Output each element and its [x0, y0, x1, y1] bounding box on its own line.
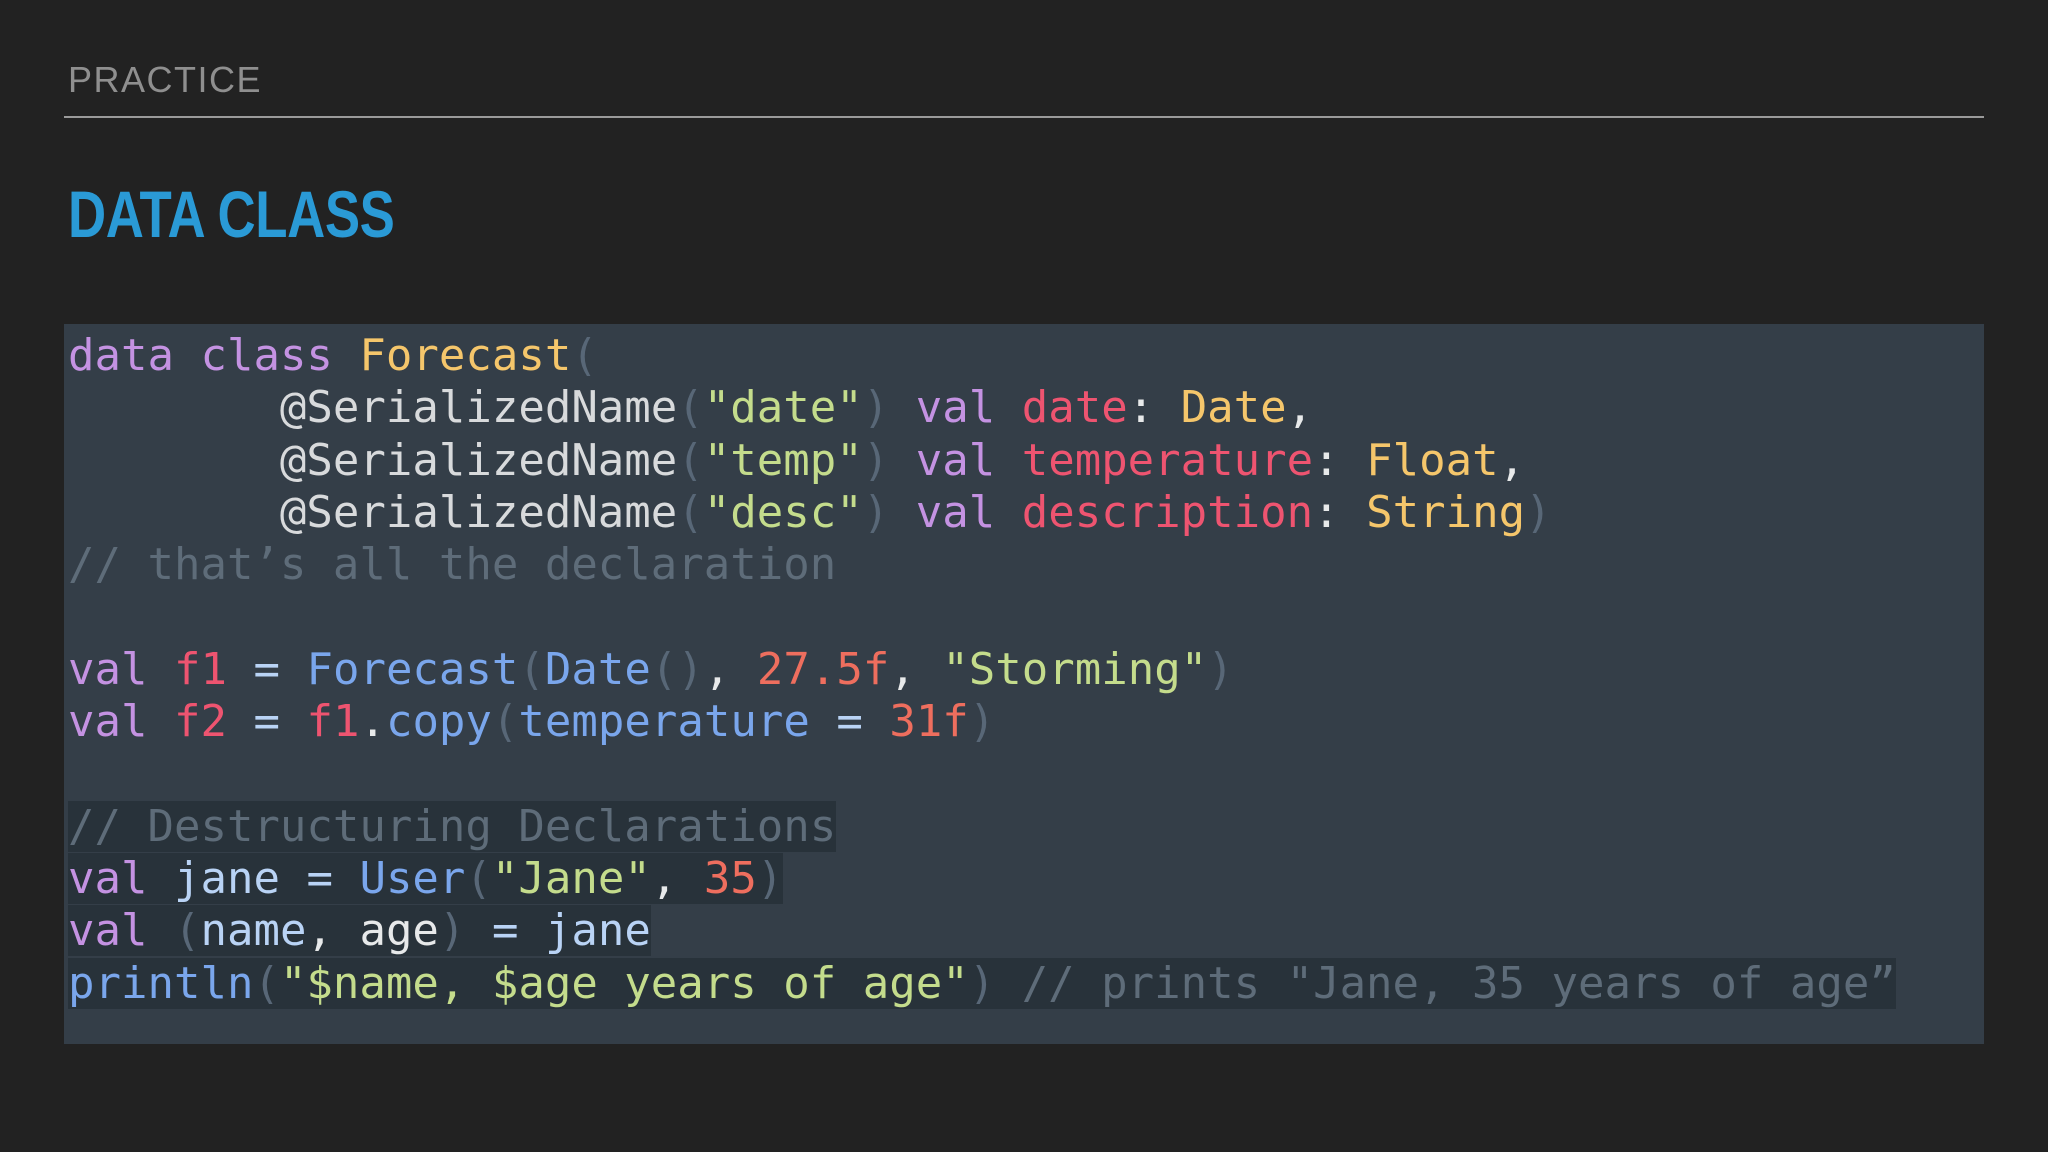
code-listing: data class Forecast( @SerializedName("da…	[68, 330, 1896, 1010]
code-line: val f1 = Forecast(Date(), 27.5f, "Stormi…	[68, 643, 1234, 695]
header-divider	[64, 116, 1984, 118]
code-line: data class Forecast(	[68, 330, 598, 381]
code-line: // Destructuring Declarations	[68, 800, 837, 852]
code-line: @SerializedName("date") val date: Date,	[279, 382, 1314, 434]
slide-title: DATA CLASS	[68, 177, 395, 251]
section-label: PRACTICE	[68, 59, 263, 100]
code-line: val (name, age) = jane	[68, 905, 651, 957]
code-line: // that’s all the declaration	[68, 539, 837, 591]
code-line: @SerializedName("temp") val temperature:…	[279, 434, 1526, 486]
code-line: @SerializedName("desc") val description:…	[279, 486, 1552, 538]
code-line: val f2 = f1.copy(temperature = 31f)	[68, 696, 996, 748]
code-line: ​	[68, 748, 1896, 800]
slide: PRACTICE DATA CLASS data class Forecast(…	[0, 0, 2048, 1152]
code-line: ​	[68, 591, 1896, 643]
code-line: println("$name, $age years of age") // p…	[68, 957, 1896, 1009]
code-block: data class Forecast( @SerializedName("da…	[64, 324, 1984, 1044]
code-line: val jane = User("Jane", 35)	[68, 852, 784, 904]
